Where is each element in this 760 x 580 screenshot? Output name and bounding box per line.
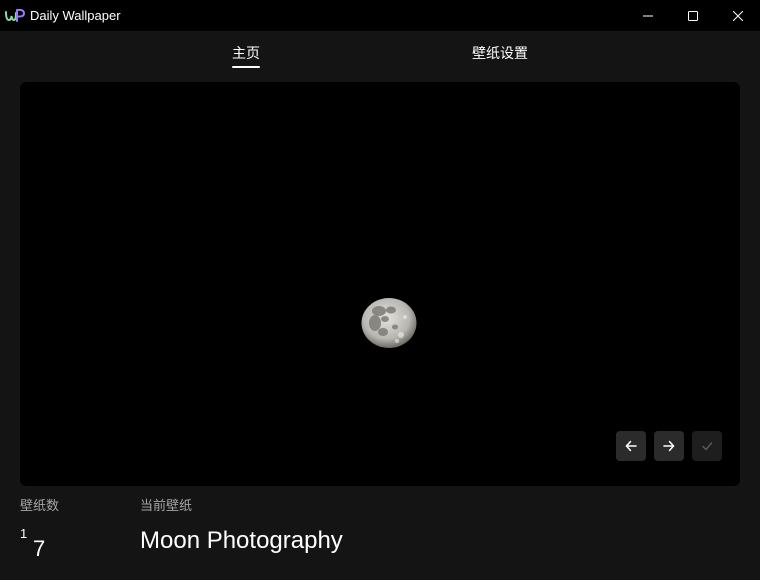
app-window: Daily Wallpaper 主页 壁纸设置 壁纸数 1 7 当前壁纸 Moo…: [0, 0, 760, 580]
moon-image: [361, 298, 417, 348]
wallpaper-count-label: 壁纸数: [20, 498, 60, 513]
active-tab-indicator: [232, 66, 260, 68]
app-title: Daily Wallpaper: [30, 8, 121, 23]
tab-home[interactable]: 主页: [232, 44, 260, 62]
wp-logo-icon: [5, 8, 25, 22]
check-icon: [702, 442, 713, 451]
minimize-icon: [643, 15, 653, 16]
arrow-left-icon: [625, 440, 637, 452]
close-icon: [733, 10, 743, 21]
maximize-icon: [688, 10, 698, 21]
previous-wallpaper-button[interactable]: [616, 431, 646, 461]
current-wallpaper-label: 当前壁纸: [140, 498, 193, 513]
current-wallpaper-title: Moon Photography: [140, 527, 343, 554]
wallpaper-preview: [20, 82, 740, 486]
tab-wallpaper-settings[interactable]: 壁纸设置: [472, 44, 528, 62]
close-button[interactable]: [715, 0, 760, 31]
next-wallpaper-button[interactable]: [654, 431, 684, 461]
current-index: 1: [20, 526, 28, 541]
maximize-button[interactable]: [670, 0, 716, 31]
title-bar[interactable]: Daily Wallpaper: [0, 0, 760, 31]
minimize-button[interactable]: [625, 0, 671, 31]
arrow-right-icon: [663, 440, 675, 452]
total-count: 7: [33, 536, 46, 561]
apply-wallpaper-button[interactable]: [692, 431, 722, 461]
